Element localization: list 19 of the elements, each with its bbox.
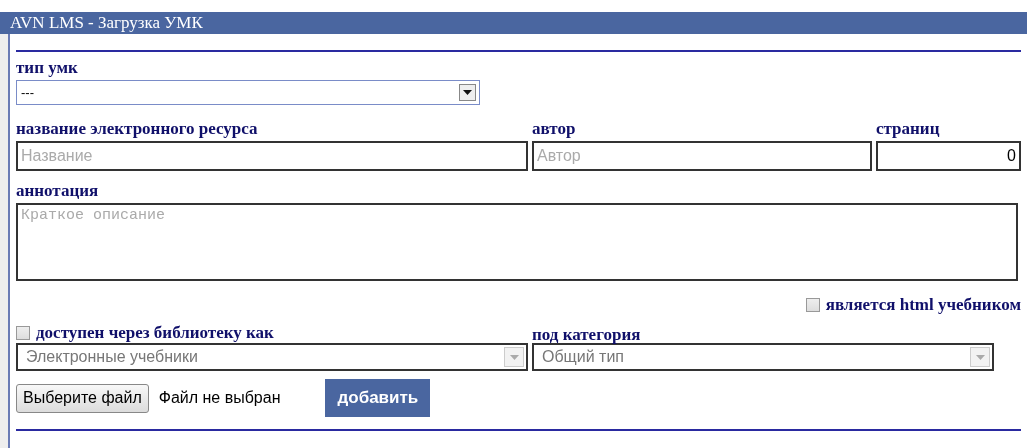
pages-input[interactable]: 0 [876,141,1021,171]
checkbox[interactable] [16,326,30,340]
field-label: автор [532,119,576,138]
annotation-textarea[interactable]: Краткое описание [16,203,1018,281]
type-select[interactable]: --- [16,80,480,105]
window-title: AVN LMS - Загрузка УМК [10,13,203,32]
checkbox[interactable] [805,298,820,312]
add-button[interactable]: добавить [325,379,431,417]
field-label: аннотация [16,181,99,200]
field-label: название электронного ресурса [16,119,258,138]
file-status: Файл не выбран [158,388,281,408]
field-label: под категория [532,325,641,344]
field-label: страниц [876,119,940,138]
checkbox-label: доступен через библиотеку как [36,323,274,343]
checkbox-label: является html учебником [825,295,1021,315]
author-input[interactable]: Автор [532,141,872,171]
field-label: тип умк [16,58,78,77]
choose-file-button[interactable]: Выберите файл [16,383,149,413]
name-input[interactable]: Название [16,141,528,171]
